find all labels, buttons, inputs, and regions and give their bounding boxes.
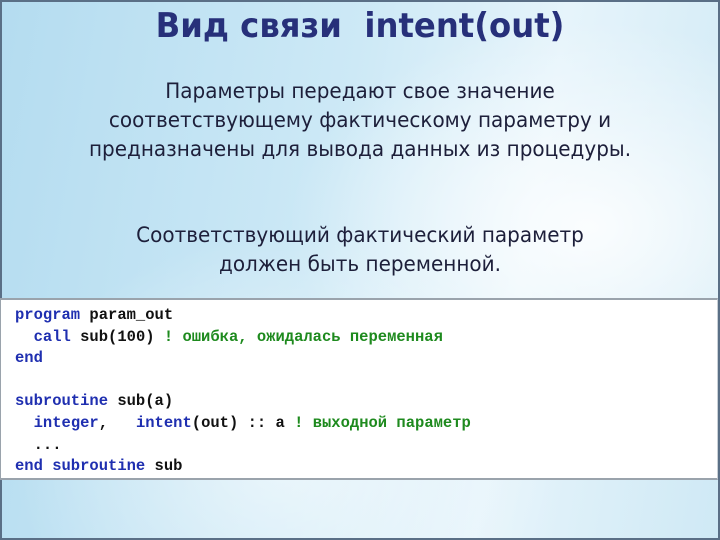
code-keyword: program [15,306,81,324]
code-keyword: intent [135,413,192,432]
code-keyword: end subroutine [15,457,146,476]
code-text: ... [15,435,62,454]
code-comment: ! ошибка, ожидалась переменная [163,327,443,346]
code-keyword: call [33,327,71,346]
requirement-line: Соответствующий фактический параметр [136,223,584,248]
code-listing-box: program param_out call sub(100) ! ошибка… [0,298,718,480]
code-line: call sub(100) ! ошибка, ожидалась переме… [15,327,471,349]
code-text: sub(a) [108,392,174,411]
code-line: subroutine sub(a) [15,391,471,413]
slide-title: Вид связи intent(out) [155,6,565,46]
code-line: integer, intent(out) :: a ! выходной пар… [15,413,471,435]
description-paragraph: Параметры передают свое значение соответ… [27,77,693,164]
code-line: end [15,348,471,370]
code-text: param_out [80,306,174,324]
code-keyword: end [15,349,43,368]
code-text: sub [145,457,183,476]
code-text: , [98,413,136,432]
code-line: program param_out [15,305,471,327]
code-line: ... [15,435,471,457]
code-text: (out) :: a [191,413,295,432]
code-keyword: subroutine [15,392,109,411]
requirement-line: должен быть переменной. [219,252,501,277]
code-listing: program param_out call sub(100) ! ошибка… [15,305,471,478]
description-line: предназначены для вывода данных из проце… [88,137,632,162]
description-line: Параметры передают свое значение [165,79,555,104]
code-line: end subroutine sub [15,456,471,478]
code-comment: ! выходной параметр [294,413,471,432]
requirement-paragraph: Соответствующий фактический параметр дол… [27,221,693,279]
description-line: соответствующему фактическому параметру … [108,108,612,133]
code-text: sub(100) [70,327,164,346]
code-keyword: integer [33,413,99,432]
